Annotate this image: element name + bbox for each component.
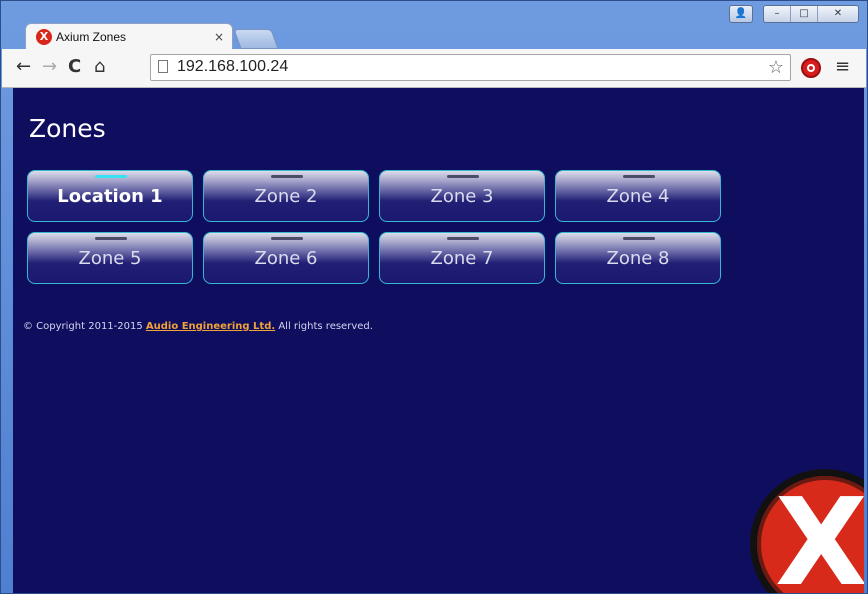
close-window-button[interactable]: ✕ [818, 6, 858, 22]
zone-label: Zone 7 [430, 248, 494, 269]
zone-indicator [271, 237, 303, 240]
page-icon [158, 60, 168, 73]
zone-button-zone-6[interactable]: Zone 6 [203, 232, 369, 284]
copyright-prefix: © Copyright 2011-2015 [23, 321, 146, 332]
browser-toolbar: ← → C ⌂ 192.168.100.24 ☆ ≡ [2, 49, 866, 88]
adblock-extension-icon[interactable] [801, 58, 821, 78]
zone-button-zone-4[interactable]: Zone 4 [555, 170, 721, 222]
company-link[interactable]: Audio Engineering Ltd. [146, 321, 275, 332]
window-controls: 👤 – □ ✕ [729, 5, 859, 23]
tab-close-icon[interactable]: × [214, 30, 224, 44]
tab-title: Axium Zones [56, 29, 127, 44]
maximize-button[interactable]: □ [791, 6, 818, 22]
back-button[interactable]: ← [16, 57, 31, 77]
zone-label: Zone 5 [78, 248, 142, 269]
axium-favicon-icon: X [36, 28, 52, 45]
browser-menu-icon[interactable]: ≡ [835, 56, 850, 77]
zone-label: Location 1 [57, 186, 163, 207]
zone-button-zone-8[interactable]: Zone 8 [555, 232, 721, 284]
reload-button[interactable]: C [68, 57, 81, 77]
zone-indicator [95, 237, 127, 240]
page-content: Zones Location 1 Zone 2 Zone 3 Zone 4 Zo… [13, 88, 864, 593]
zone-button-zone-3[interactable]: Zone 3 [379, 170, 545, 222]
zone-indicator [623, 175, 655, 178]
axium-logo-icon: X [750, 469, 864, 593]
zone-label: Zone 6 [254, 248, 318, 269]
zone-label: Zone 8 [606, 248, 670, 269]
bookmark-star-icon[interactable]: ☆ [768, 57, 784, 78]
forward-button[interactable]: → [42, 57, 57, 77]
zone-label: Zone 4 [606, 186, 670, 207]
logo-x-glyph: X [775, 474, 864, 594]
zone-label: Zone 2 [254, 186, 318, 207]
zone-indicator [447, 237, 479, 240]
browser-tab[interactable]: X Axium Zones × [25, 23, 233, 49]
zone-button-zone-5[interactable]: Zone 5 [27, 232, 193, 284]
zone-indicator [271, 175, 303, 178]
user-profile-icon[interactable]: 👤 [729, 5, 753, 23]
zone-grid: Location 1 Zone 2 Zone 3 Zone 4 Zone 5 Z… [27, 170, 721, 284]
window-button-group: – □ ✕ [763, 5, 859, 23]
page-title: Zones [29, 114, 106, 143]
zone-indicator [623, 237, 655, 240]
zone-label: Zone 3 [430, 186, 494, 207]
copyright-footer: © Copyright 2011-2015 Audio Engineering … [23, 321, 373, 332]
browser-window: 👤 – □ ✕ X Axium Zones × ← → C ⌂ 192.168.… [0, 0, 868, 594]
zone-button-zone-7[interactable]: Zone 7 [379, 232, 545, 284]
copyright-suffix: All rights reserved. [275, 321, 373, 332]
zone-indicator [95, 175, 127, 178]
zone-indicator [447, 175, 479, 178]
new-tab-button[interactable] [233, 29, 279, 49]
minimize-button[interactable]: – [764, 6, 791, 22]
address-bar[interactable]: 192.168.100.24 ☆ [150, 54, 791, 81]
url-text[interactable]: 192.168.100.24 [177, 58, 288, 76]
zone-button-location-1[interactable]: Location 1 [27, 170, 193, 222]
zone-button-zone-2[interactable]: Zone 2 [203, 170, 369, 222]
home-button[interactable]: ⌂ [94, 57, 105, 77]
